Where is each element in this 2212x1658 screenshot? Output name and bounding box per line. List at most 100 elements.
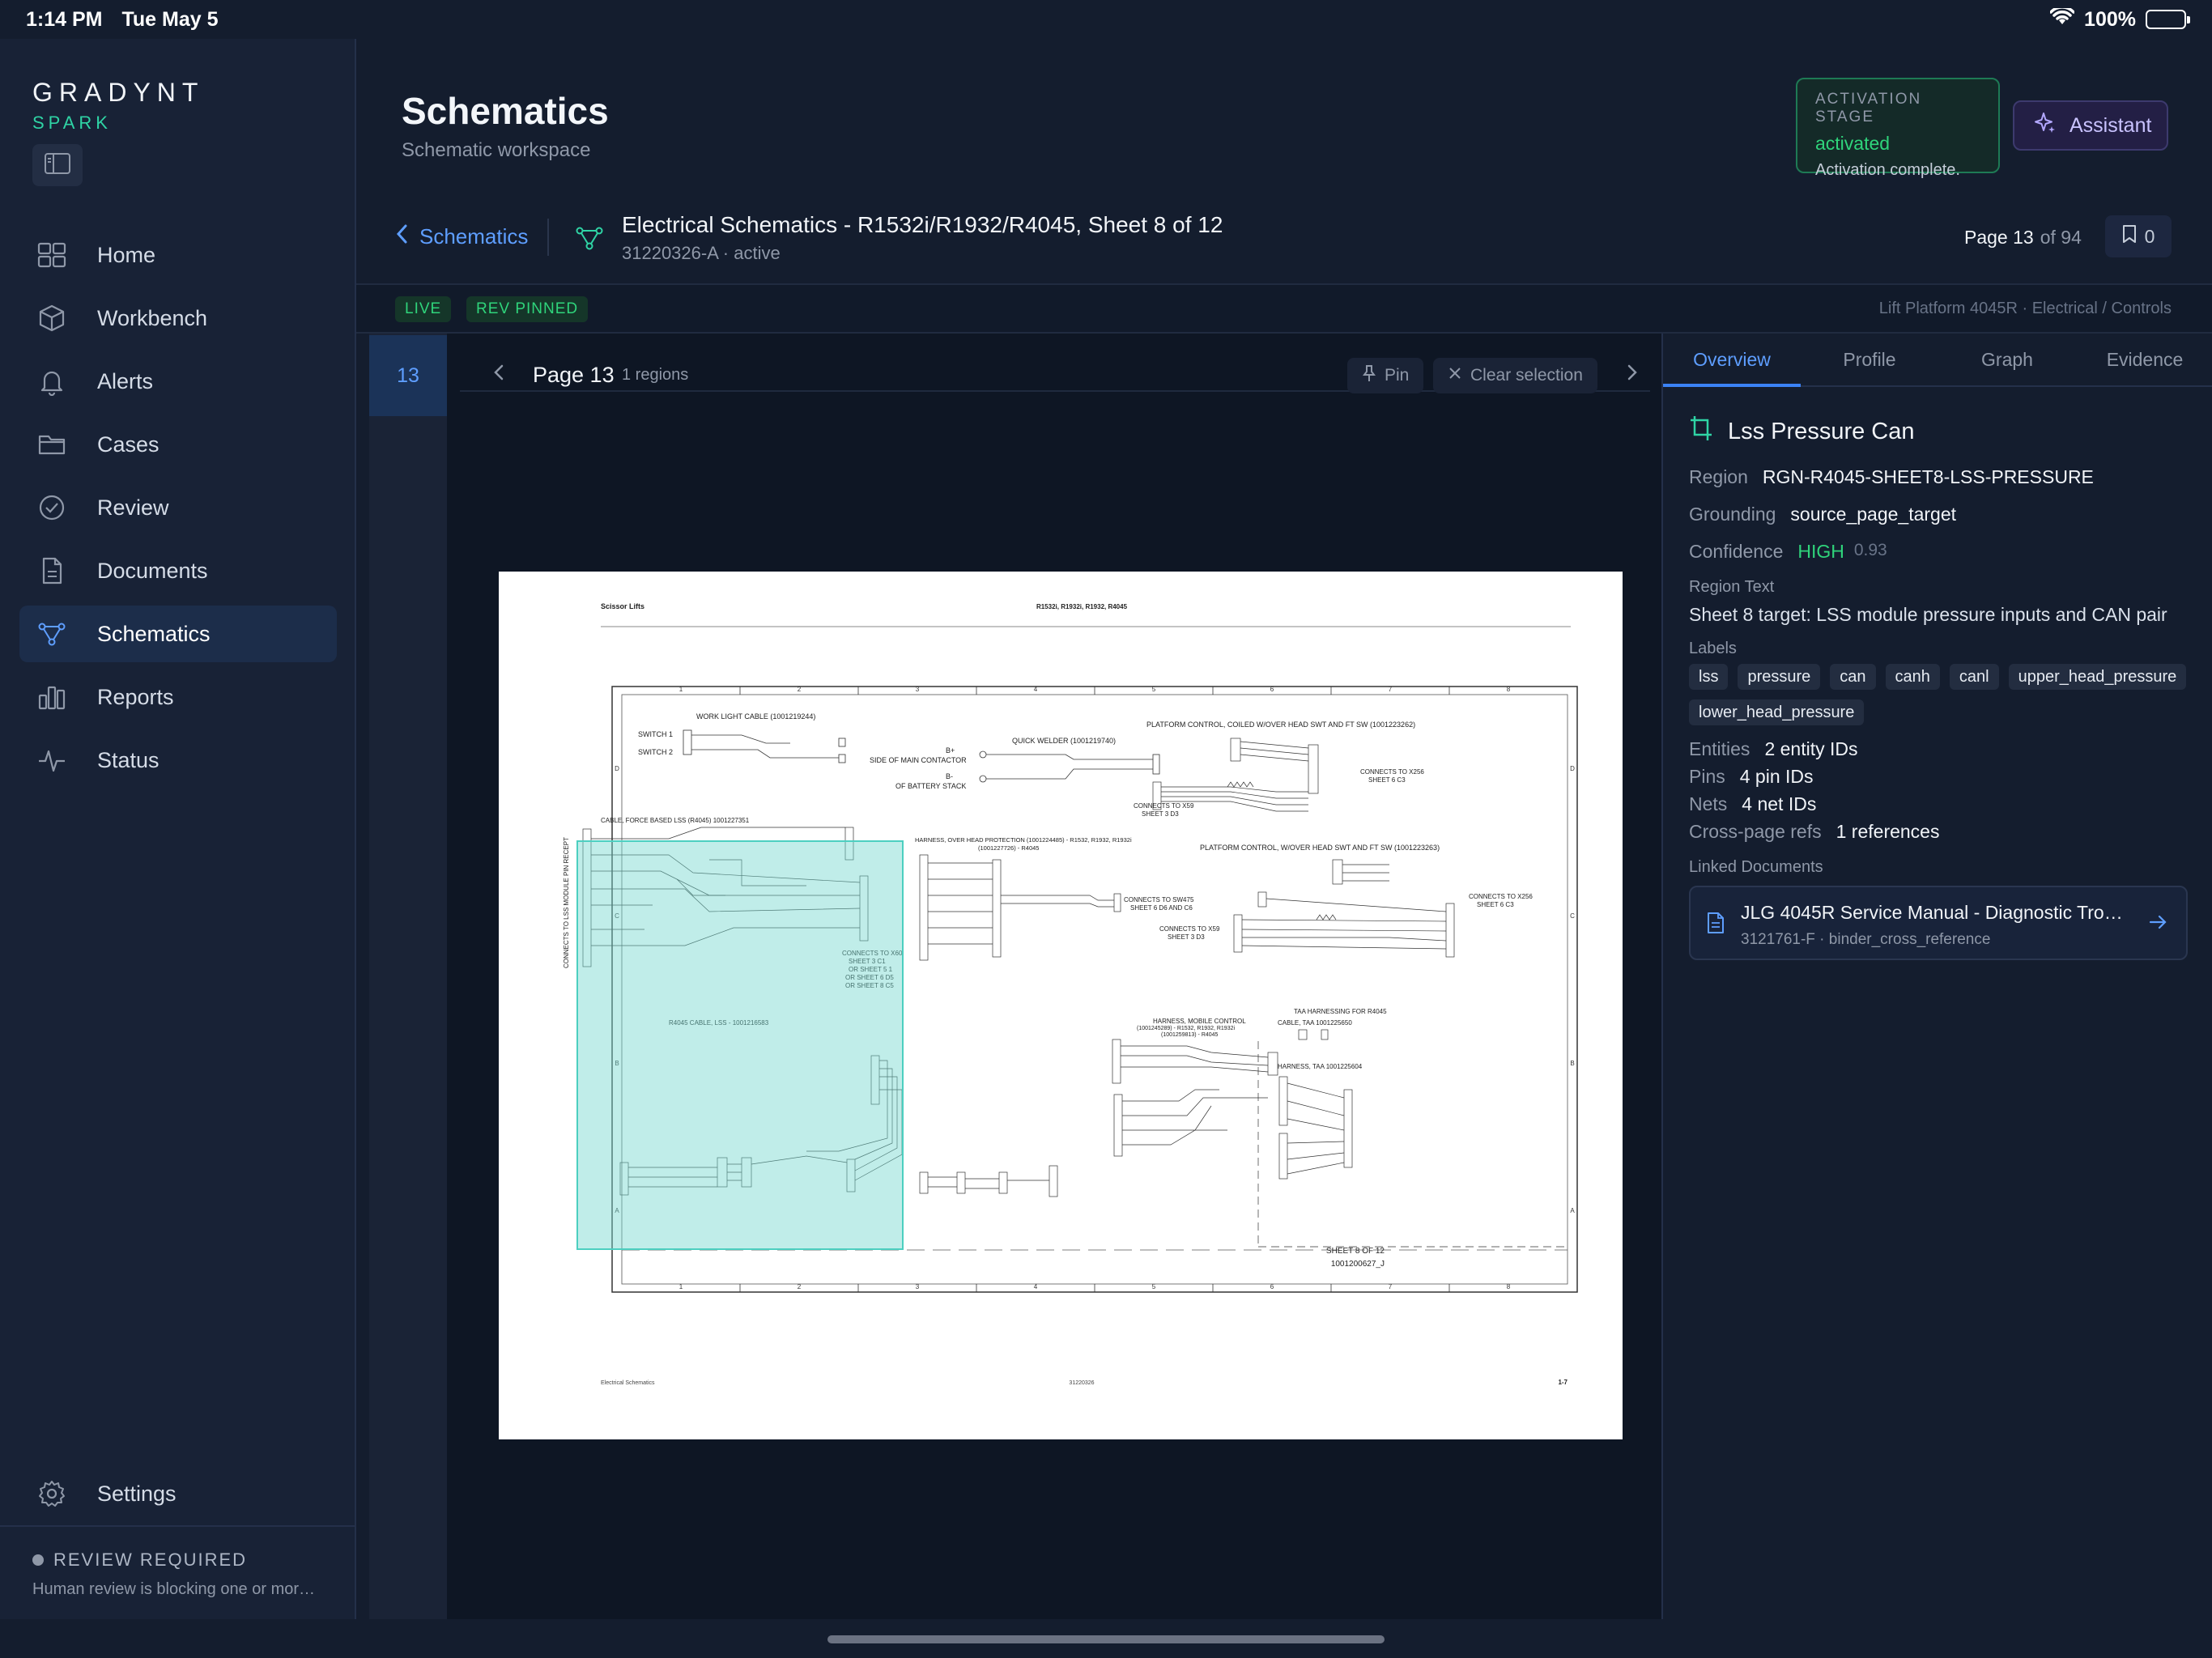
label-chip[interactable]: lower_head_pressure bbox=[1689, 699, 1865, 725]
linked-document-card[interactable]: JLG 4045R Service Manual - Diagnostic Tr… bbox=[1689, 886, 2188, 960]
sidebar-item-cases[interactable]: Cases bbox=[19, 416, 337, 473]
column-label: 6 bbox=[1270, 1283, 1274, 1290]
sidebar-item-label: Schematics bbox=[97, 621, 211, 646]
sidebar-item-schematics[interactable]: Schematics bbox=[19, 606, 337, 662]
label-harness-mobile: HARNESS, MOBILE CONTROL bbox=[1153, 1018, 1246, 1025]
column-label: 3 bbox=[916, 1283, 920, 1290]
region-id-key: Region bbox=[1689, 466, 1748, 487]
cross-refs-row: Cross-page refs 1 references bbox=[1689, 821, 1939, 843]
folder-icon bbox=[36, 428, 68, 461]
entities-value: 2 entity IDs bbox=[1764, 738, 1858, 759]
center-connectors bbox=[919, 1165, 1058, 1197]
label-chip[interactable]: pressure bbox=[1738, 664, 1821, 690]
clear-selection-button[interactable]: Clear selection bbox=[1433, 358, 1597, 393]
activation-stage-detail: Activation complete. bbox=[1815, 161, 1960, 179]
grid-icon bbox=[36, 239, 68, 271]
sidebar-item-reports[interactable]: Reports bbox=[19, 669, 337, 725]
label-chip[interactable]: upper_head_pressure bbox=[2008, 664, 2187, 690]
region-text-label: Region Text bbox=[1689, 578, 1775, 596]
label-chip[interactable]: can bbox=[1830, 664, 1876, 690]
region-title: Lss Pressure Can bbox=[1689, 414, 1915, 449]
review-required-detail: Human review is blocking one or mor… bbox=[32, 1580, 316, 1598]
entities-key: Entities bbox=[1689, 738, 1750, 759]
cube-icon bbox=[36, 302, 68, 334]
column-label: 8 bbox=[1507, 1283, 1511, 1290]
sidebar-item-home[interactable]: Home bbox=[19, 227, 337, 283]
sidebar-item-label: Review bbox=[97, 495, 169, 520]
taa-wiring bbox=[1278, 1029, 1353, 1180]
sidebar-item-documents[interactable]: Documents bbox=[19, 542, 337, 599]
schematic-icon bbox=[36, 618, 68, 650]
prev-page-button[interactable] bbox=[491, 353, 507, 396]
linked-document-meta: 3121761-F · binder_cross_reference bbox=[1741, 931, 1991, 948]
page-thumbnail-current[interactable]: 13 bbox=[369, 335, 447, 416]
column-label: 5 bbox=[1152, 686, 1156, 693]
sidebar-item-review[interactable]: Review bbox=[19, 479, 337, 536]
platform-coiled-wiring bbox=[1152, 738, 1319, 812]
viewer-toolbar: Page 13 1 regions Pin Clear selection bbox=[460, 343, 1650, 393]
label-connects-x59-b: CONNECTS TO X59 bbox=[1159, 925, 1220, 933]
document-icon bbox=[1707, 912, 1725, 938]
bookmark-button[interactable]: 0 bbox=[2105, 215, 2172, 257]
crop-icon bbox=[1689, 414, 1713, 449]
confidence-level: HIGH bbox=[1797, 541, 1844, 562]
tab-evidence[interactable]: Evidence bbox=[2076, 334, 2212, 385]
column-label: 1 bbox=[679, 686, 683, 693]
battery-icon bbox=[2146, 10, 2190, 29]
column-label: 4 bbox=[1034, 686, 1038, 693]
review-required-banner[interactable]: REVIEW REQUIRED Human review is blocking… bbox=[0, 1525, 356, 1619]
column-label: 8 bbox=[1507, 686, 1511, 693]
battery-percent: 100% bbox=[2084, 7, 2136, 31]
cross-refs-key: Cross-page refs bbox=[1689, 821, 1822, 842]
pin-button[interactable]: Pin bbox=[1347, 358, 1424, 393]
tab-overview[interactable]: Overview bbox=[1663, 334, 1801, 387]
pins-value: 4 pin IDs bbox=[1739, 766, 1814, 787]
selected-region-highlight[interactable] bbox=[576, 840, 904, 1250]
tab-graph[interactable]: Graph bbox=[1938, 334, 2076, 385]
label-battery-stack: OF BATTERY STACK bbox=[895, 782, 966, 790]
page-total: of 94 bbox=[2040, 227, 2082, 248]
label-chip[interactable]: lss bbox=[1689, 664, 1729, 690]
grounding-value: source_page_target bbox=[1790, 504, 1957, 525]
sidebar-toggle-icon bbox=[45, 152, 70, 178]
column-label: 2 bbox=[798, 686, 802, 693]
sidebar-item-workbench[interactable]: Workbench bbox=[19, 290, 337, 346]
nets-key: Nets bbox=[1689, 793, 1728, 814]
sidebar-item-label: Reports bbox=[97, 684, 174, 709]
sidebar-item-status[interactable]: Status bbox=[19, 732, 337, 789]
assistant-button[interactable]: Assistant bbox=[2013, 100, 2168, 151]
close-icon bbox=[1448, 366, 1462, 385]
sidebar-item-settings-wrap: Settings bbox=[19, 1465, 337, 1528]
next-page-button[interactable] bbox=[1624, 353, 1640, 396]
linked-documents-label: Linked Documents bbox=[1689, 858, 1823, 876]
chevron-left-icon bbox=[395, 223, 408, 250]
back-to-schematics-link[interactable]: Schematics bbox=[395, 223, 528, 250]
column-label: 4 bbox=[1034, 1283, 1038, 1290]
label-harness-overhead2: (1001227726) - R4045 bbox=[978, 844, 1039, 852]
sidebar-toggle-button[interactable] bbox=[32, 144, 83, 186]
sidebar-item-alerts[interactable]: Alerts bbox=[19, 353, 337, 410]
document-status-row: LIVE REV PINNED Lift Platform 4045R · El… bbox=[356, 283, 2212, 334]
tab-profile[interactable]: Profile bbox=[1801, 334, 1938, 385]
region-text-value: Sheet 8 target: LSS module pressure inpu… bbox=[1689, 604, 2167, 625]
equipment-context: Lift Platform 4045R · Electrical / Contr… bbox=[1878, 300, 2172, 317]
sidebar-item-label: Cases bbox=[97, 432, 160, 457]
date: Tue May 5 bbox=[121, 7, 219, 31]
sidebar-item-settings[interactable]: Settings bbox=[19, 1465, 337, 1522]
brand-logo: GRADYNT SPARK bbox=[32, 78, 204, 134]
cross-refs-value: 1 references bbox=[1836, 821, 1940, 842]
column-label: 2 bbox=[798, 1283, 802, 1290]
schematic-sheet[interactable]: Scissor Lifts R1532i, R1932i, R1932, R40… bbox=[499, 572, 1623, 1439]
clock: 1:14 PM bbox=[26, 7, 103, 31]
clear-selection-label: Clear selection bbox=[1470, 366, 1583, 385]
status-indicators: 100% bbox=[2049, 5, 2190, 32]
label-chip[interactable]: canh bbox=[1885, 664, 1940, 690]
label-chip[interactable]: canl bbox=[1949, 664, 1999, 690]
label-harness-taa: HARNESS, TAA 1001225604 bbox=[1278, 1063, 1363, 1070]
wifi-icon bbox=[2049, 5, 2075, 32]
label-connects-sw475: CONNECTS TO SW475 bbox=[1124, 896, 1194, 903]
label-connects-x256: CONNECTS TO X256 bbox=[1360, 768, 1424, 776]
label-side-contactor: SIDE OF MAIN CONTACTOR bbox=[870, 756, 967, 764]
home-indicator[interactable] bbox=[827, 1635, 1385, 1643]
sidebar-item-label: Alerts bbox=[97, 368, 154, 393]
